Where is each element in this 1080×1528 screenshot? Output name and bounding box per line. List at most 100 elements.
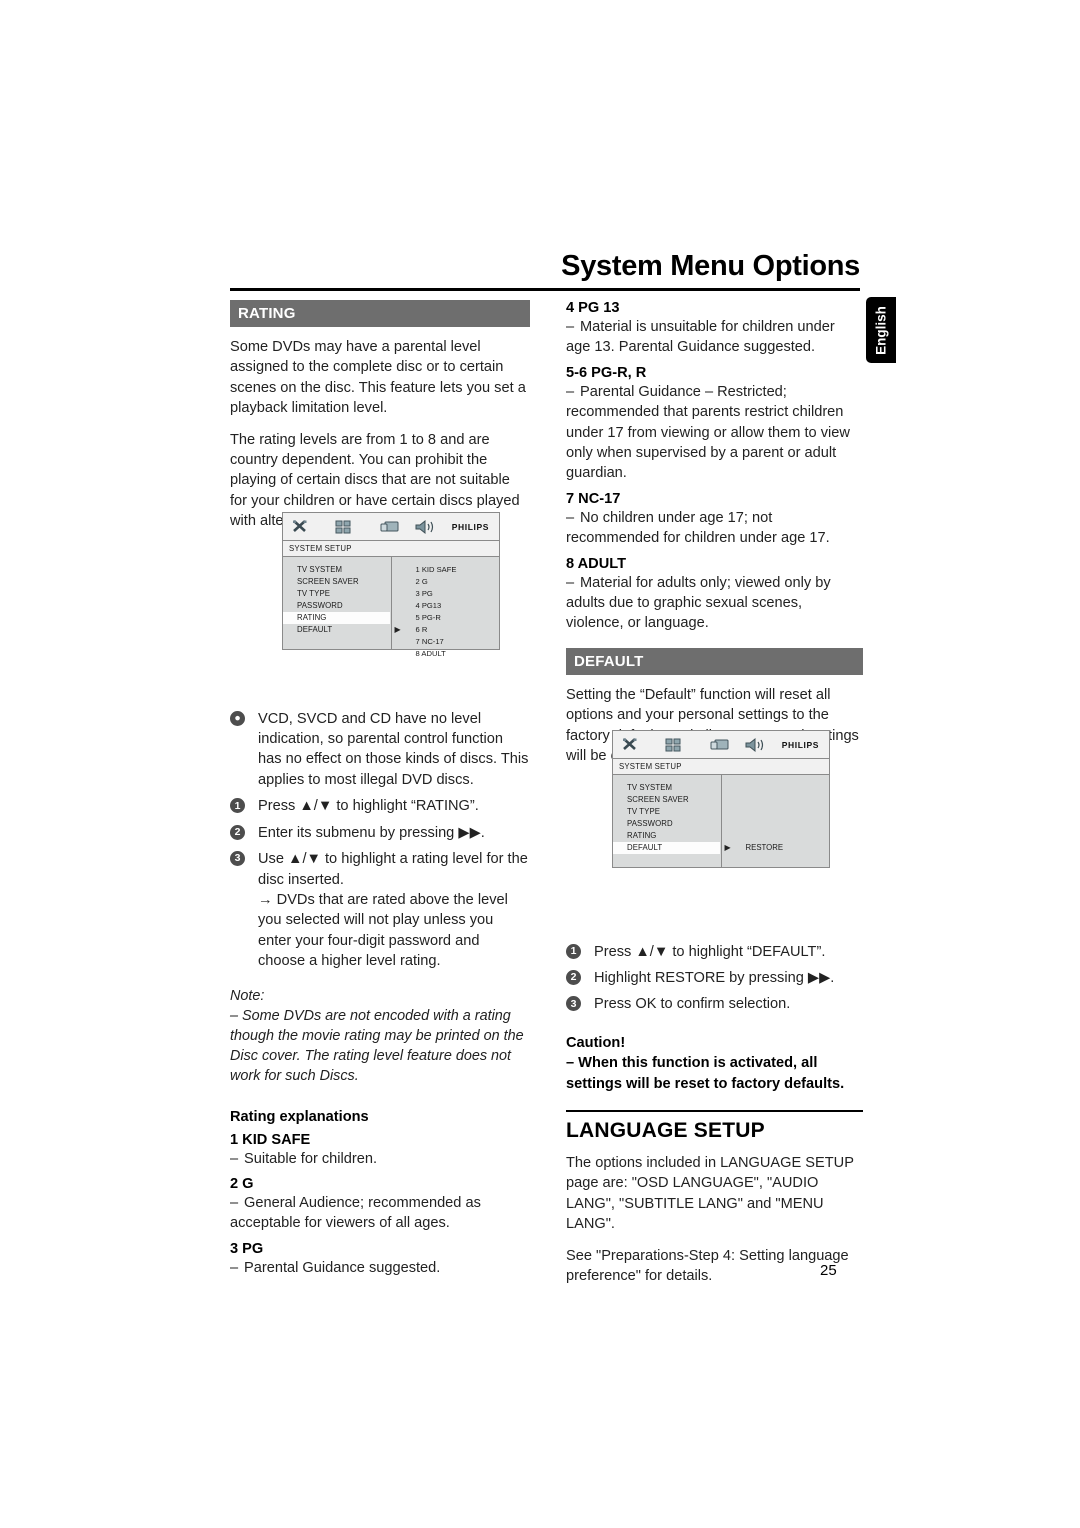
title-rule <box>230 288 860 291</box>
osd-title-bar: SYSTEM SETUP <box>283 541 499 557</box>
rating-label: 1 KID SAFE <box>230 1131 311 1148</box>
rating-desc: – Parental Guidance suggested. <box>230 1259 441 1276</box>
rating-label: 5-6 PG-R, R <box>566 364 647 381</box>
rating-desc: – General Audience; recommended as accept… <box>230 1194 481 1232</box>
osd-option-current[interactable]: 6 R ▶ <box>392 624 500 636</box>
osd-menu-item[interactable]: PASSWORD <box>283 600 391 612</box>
grid-icon <box>335 519 353 535</box>
note-text: – Some DVDs are not encoded with a ratin… <box>230 1007 524 1085</box>
osd-menu-list: TV SYSTEM SCREEN SAVER TV TYPE PASSWORD … <box>613 775 722 867</box>
rating-note: Note: – Some DVDs are not encoded with a… <box>230 986 530 1087</box>
step-marker: 1 <box>230 798 245 814</box>
philips-logo: PHILIPS <box>451 521 489 532</box>
rating-desc: – Suitable for children. <box>230 1150 378 1167</box>
step-text: Press ▲/▼ to highlight “RATING”. <box>258 798 479 815</box>
osd-option[interactable]: 8 ADULT <box>392 648 500 660</box>
language-paragraph-2: See "Preparations-Step 4: Setting langua… <box>566 1247 849 1284</box>
step-marker: 2 <box>230 824 245 840</box>
left-column: RATING Some DVDs may have a parental lev… <box>230 300 530 1282</box>
caution-text: – When this function is activated, all s… <box>566 1055 845 1092</box>
rating-steps: ● VCD, SVCD and CD have no level indicat… <box>230 709 530 972</box>
language-tab: English <box>866 297 896 363</box>
rating-desc: – Material is unsuitable for children und… <box>566 319 835 356</box>
osd-option-list: RESTORE ▶ <box>722 775 830 867</box>
step-marker: 3 <box>230 851 245 867</box>
note-label: Note: <box>230 987 265 1004</box>
step-text: Press OK to confirm selection. <box>594 996 791 1013</box>
default-steps: 1 Press ▲/▼ to highlight “DEFAULT”. 2 Hi… <box>566 942 863 1015</box>
speaker-icon <box>744 737 768 753</box>
page-title: System Menu Options <box>561 250 860 282</box>
osd-icon-bar: PHILIPS <box>613 731 829 759</box>
bullet-marker: ● <box>230 710 245 726</box>
step-marker: 3 <box>566 996 581 1012</box>
rating-section-header: RATING <box>230 300 530 327</box>
osd-option[interactable]: 3 PG <box>392 588 500 600</box>
caution-block: Caution! – When this function is activat… <box>566 1033 863 1094</box>
rating-paragraph-1: Some DVDs may have a parental level assi… <box>230 339 526 417</box>
tools-icon <box>621 737 643 753</box>
tools-icon <box>291 519 313 535</box>
rating-label: 4 PG 13 <box>566 300 620 316</box>
osd-menu-item-selected[interactable]: RATING <box>283 612 390 624</box>
osd-menu-item[interactable]: SCREEN SAVER <box>613 794 721 806</box>
step-item: 2 Enter its submenu by pressing ▶▶. <box>230 823 530 843</box>
rating-label: 7 NC-17 <box>566 490 621 507</box>
osd-menu-item[interactable]: TV SYSTEM <box>613 782 721 794</box>
osd-menu-item[interactable]: DEFAULT <box>283 624 391 636</box>
rating-desc: – Material for adults only; viewed only b… <box>566 574 831 632</box>
tv-icon <box>709 737 733 753</box>
step-text: Press ▲/▼ to highlight “DEFAULT”. <box>594 943 826 960</box>
cursor-arrow-icon: ▶ <box>394 625 401 634</box>
rating-label: 3 PG <box>230 1240 264 1257</box>
osd-option[interactable]: 5 PG-R <box>392 612 500 624</box>
osd-menu-item-selected[interactable]: DEFAULT <box>613 842 720 854</box>
rating-explanations-title: Rating explanations <box>230 1108 369 1125</box>
osd-menu-item[interactable]: SCREEN SAVER <box>283 576 391 588</box>
step-text: Use ▲/▼ to highlight a rating level for … <box>258 851 528 888</box>
language-rule <box>566 1109 863 1112</box>
osd-menu-item[interactable]: PASSWORD <box>613 818 721 830</box>
osd-menu-item[interactable]: RATING <box>613 830 721 842</box>
step-sub-note: → DVDs that are rated above the level yo… <box>258 891 508 970</box>
osd-option[interactable]: 1 KID SAFE <box>392 564 500 576</box>
osd-body: TV SYSTEM SCREEN SAVER TV TYPE PASSWORD … <box>283 557 500 658</box>
osd-menu-item[interactable]: TV TYPE <box>613 806 721 818</box>
speaker-icon <box>414 519 438 535</box>
osd-option-restore[interactable]: RESTORE ▶ <box>722 842 830 854</box>
step-marker: 1 <box>566 943 581 959</box>
osd-option[interactable]: 7 NC-17 <box>392 636 500 648</box>
tv-icon <box>379 519 403 535</box>
osd-body: TV SYSTEM SCREEN SAVER TV TYPE PASSWORD … <box>613 775 829 867</box>
osd-title-bar: SYSTEM SETUP <box>613 759 829 775</box>
bullet-item: ● VCD, SVCD and CD have no level indicat… <box>230 709 530 791</box>
language-setup-title: LANGUAGE SETUP <box>566 1118 765 1142</box>
cursor-arrow-icon: ▶ <box>724 843 731 852</box>
grid-icon <box>665 737 683 753</box>
rating-desc: – Parental Guidance – Restricted; recomme… <box>566 383 850 482</box>
step-text: Enter its submenu by pressing ▶▶. <box>258 824 485 841</box>
default-section-header: DEFAULT <box>566 647 863 675</box>
rating-label: 8 ADULT <box>566 555 626 572</box>
caution-label: Caution! <box>566 1034 626 1051</box>
osd-menu-item[interactable]: TV SYSTEM <box>283 564 391 576</box>
step-text: Highlight RESTORE by pressing ▶▶. <box>594 969 835 986</box>
language-paragraph-1: The options included in LANGUAGE SETUP p… <box>566 1154 854 1233</box>
document-page: System Menu Options English RATING Some … <box>0 0 1080 1528</box>
step-item: 3 Press OK to confirm selection. <box>566 994 863 1014</box>
rating-label: 2 G <box>230 1175 254 1192</box>
step-item: 1 Press ▲/▼ to highlight “RATING”. <box>230 796 530 816</box>
bullet-text: VCD, SVCD and CD have no level indicatio… <box>258 710 529 788</box>
language-tab-label: English <box>873 306 889 355</box>
osd-screenshot-default: PHILIPS SYSTEM SETUP TV SYSTEM SCREEN SA… <box>612 730 830 868</box>
page-number: 25 <box>820 1262 837 1279</box>
osd-option-list: 1 KID SAFE 2 G 3 PG 4 PG13 5 PG-R 6 R ▶ … <box>392 557 500 658</box>
osd-option[interactable]: 2 G <box>392 576 500 588</box>
osd-icon-bar: PHILIPS <box>283 513 499 541</box>
step-item: 2 Highlight RESTORE by pressing ▶▶. <box>566 968 863 988</box>
osd-menu-item[interactable]: TV TYPE <box>283 588 391 600</box>
step-item: 1 Press ▲/▼ to highlight “DEFAULT”. <box>566 942 863 962</box>
osd-option[interactable]: 4 PG13 <box>392 600 500 612</box>
philips-logo: PHILIPS <box>781 739 819 750</box>
osd-screenshot-rating: PHILIPS SYSTEM SETUP TV SYSTEM SCREEN SA… <box>282 512 500 658</box>
